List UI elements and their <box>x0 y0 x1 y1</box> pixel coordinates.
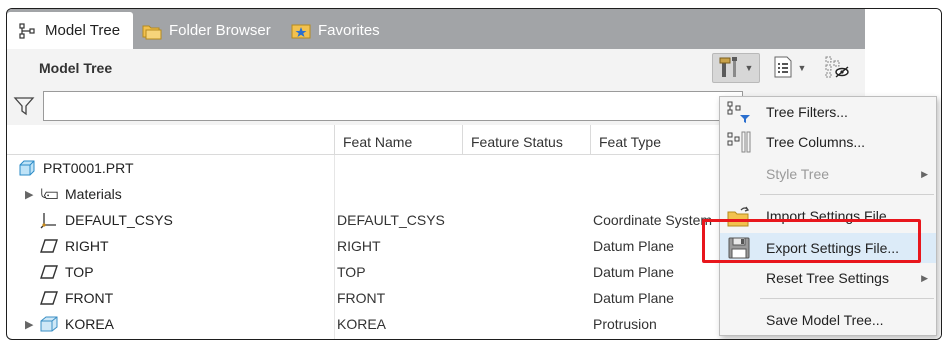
menu-item-label: Tree Filters... <box>766 104 848 120</box>
show-button[interactable]: ▼ <box>765 53 813 83</box>
settings-button[interactable]: ▼ <box>712 53 760 83</box>
cell-feat-type: Protrusion <box>593 316 657 332</box>
menu-item-reset-tree-settings[interactable]: Reset Tree Settings ▶ <box>720 263 936 293</box>
tab-label: Folder Browser <box>169 22 271 39</box>
chevron-right-icon: ▶ <box>921 168 928 179</box>
chevron-down-icon: ▼ <box>744 63 754 73</box>
panel-header: Model Tree ▼ ▼ <box>7 49 865 87</box>
cell-feat-name: FRONT <box>337 290 386 306</box>
column-feat-name[interactable]: Feat Name <box>334 125 462 155</box>
highlight-box <box>702 219 921 263</box>
datum-plane-icon <box>39 237 59 255</box>
folder-browser-icon <box>141 21 163 41</box>
cell-feat-name: RIGHT <box>337 238 381 254</box>
protrusion-icon <box>39 315 59 333</box>
tab-model-tree[interactable]: Model Tree <box>7 12 133 49</box>
menu-item-tree-filters[interactable]: Tree Filters... <box>720 97 936 127</box>
tree-item-label: PRT0001.PRT <box>43 160 134 176</box>
hidden-items-icon <box>824 55 850 82</box>
tree-filters-icon <box>725 99 753 125</box>
model-tree-panel: Model Tree Folder Browser Favorites Mode… <box>6 8 942 340</box>
settings-menu: Tree Filters... Tree Columns... Style Tr… <box>719 96 937 336</box>
favorites-icon <box>290 21 312 41</box>
menu-item-label: Style Tree <box>766 166 830 182</box>
chevron-down-icon: ▼ <box>797 63 807 73</box>
expand-arrow-icon[interactable]: ▶ <box>25 188 39 201</box>
filter-icon[interactable] <box>13 95 37 117</box>
tab-label: Model Tree <box>45 22 121 39</box>
menu-item-label: Save Model Tree... <box>766 312 884 328</box>
datum-plane-icon <box>39 289 59 307</box>
menu-item-label: Reset Tree Settings <box>766 270 889 286</box>
cell-feat-type: Datum Plane <box>593 264 674 280</box>
cell-feat-type: Datum Plane <box>593 238 674 254</box>
tab-folder-browser[interactable]: Folder Browser <box>141 12 283 49</box>
menu-item-tree-columns[interactable]: Tree Columns... <box>720 127 936 157</box>
materials-icon <box>39 185 59 203</box>
tree-item-label: DEFAULT_CSYS <box>65 212 173 228</box>
page-title: Model Tree <box>39 60 113 76</box>
cell-feat-type: Coordinate System <box>593 212 713 228</box>
tree-item-label: Materials <box>65 186 122 202</box>
hide-items-button[interactable] <box>821 53 853 83</box>
cell-feat-name: KOREA <box>337 316 387 332</box>
tree-item-label: KOREA <box>65 316 115 332</box>
menu-item-style-tree[interactable]: Style Tree ▶ <box>720 159 936 189</box>
tree-columns-icon <box>725 129 753 155</box>
tools-icon <box>719 55 741 82</box>
tab-label: Favorites <box>318 22 380 39</box>
cell-feat-type: Datum Plane <box>593 290 674 306</box>
tab-bar: Model Tree Folder Browser Favorites <box>7 9 865 49</box>
cell-feat-name: TOP <box>337 264 366 280</box>
list-icon <box>772 55 794 82</box>
expand-arrow-icon[interactable]: ▶ <box>25 318 39 331</box>
menu-separator <box>760 194 934 195</box>
tree-item-label: RIGHT <box>65 238 109 254</box>
tree-item-label: FRONT <box>65 290 114 306</box>
menu-item-save-model-tree[interactable]: Save Model Tree... <box>720 305 936 335</box>
column-feature-status[interactable]: Feature Status <box>462 125 590 155</box>
datum-plane-icon <box>39 263 59 281</box>
chevron-right-icon: ▶ <box>921 272 928 283</box>
tab-favorites[interactable]: Favorites <box>290 12 390 49</box>
filter-input[interactable] <box>43 91 743 121</box>
tree-item-label: TOP <box>65 264 94 280</box>
menu-item-label: Tree Columns... <box>766 134 866 150</box>
csys-icon <box>39 211 59 229</box>
cell-feat-name: DEFAULT_CSYS <box>337 212 445 228</box>
model-tree-icon <box>17 21 39 41</box>
menu-separator <box>760 298 934 299</box>
part-icon <box>17 159 37 177</box>
